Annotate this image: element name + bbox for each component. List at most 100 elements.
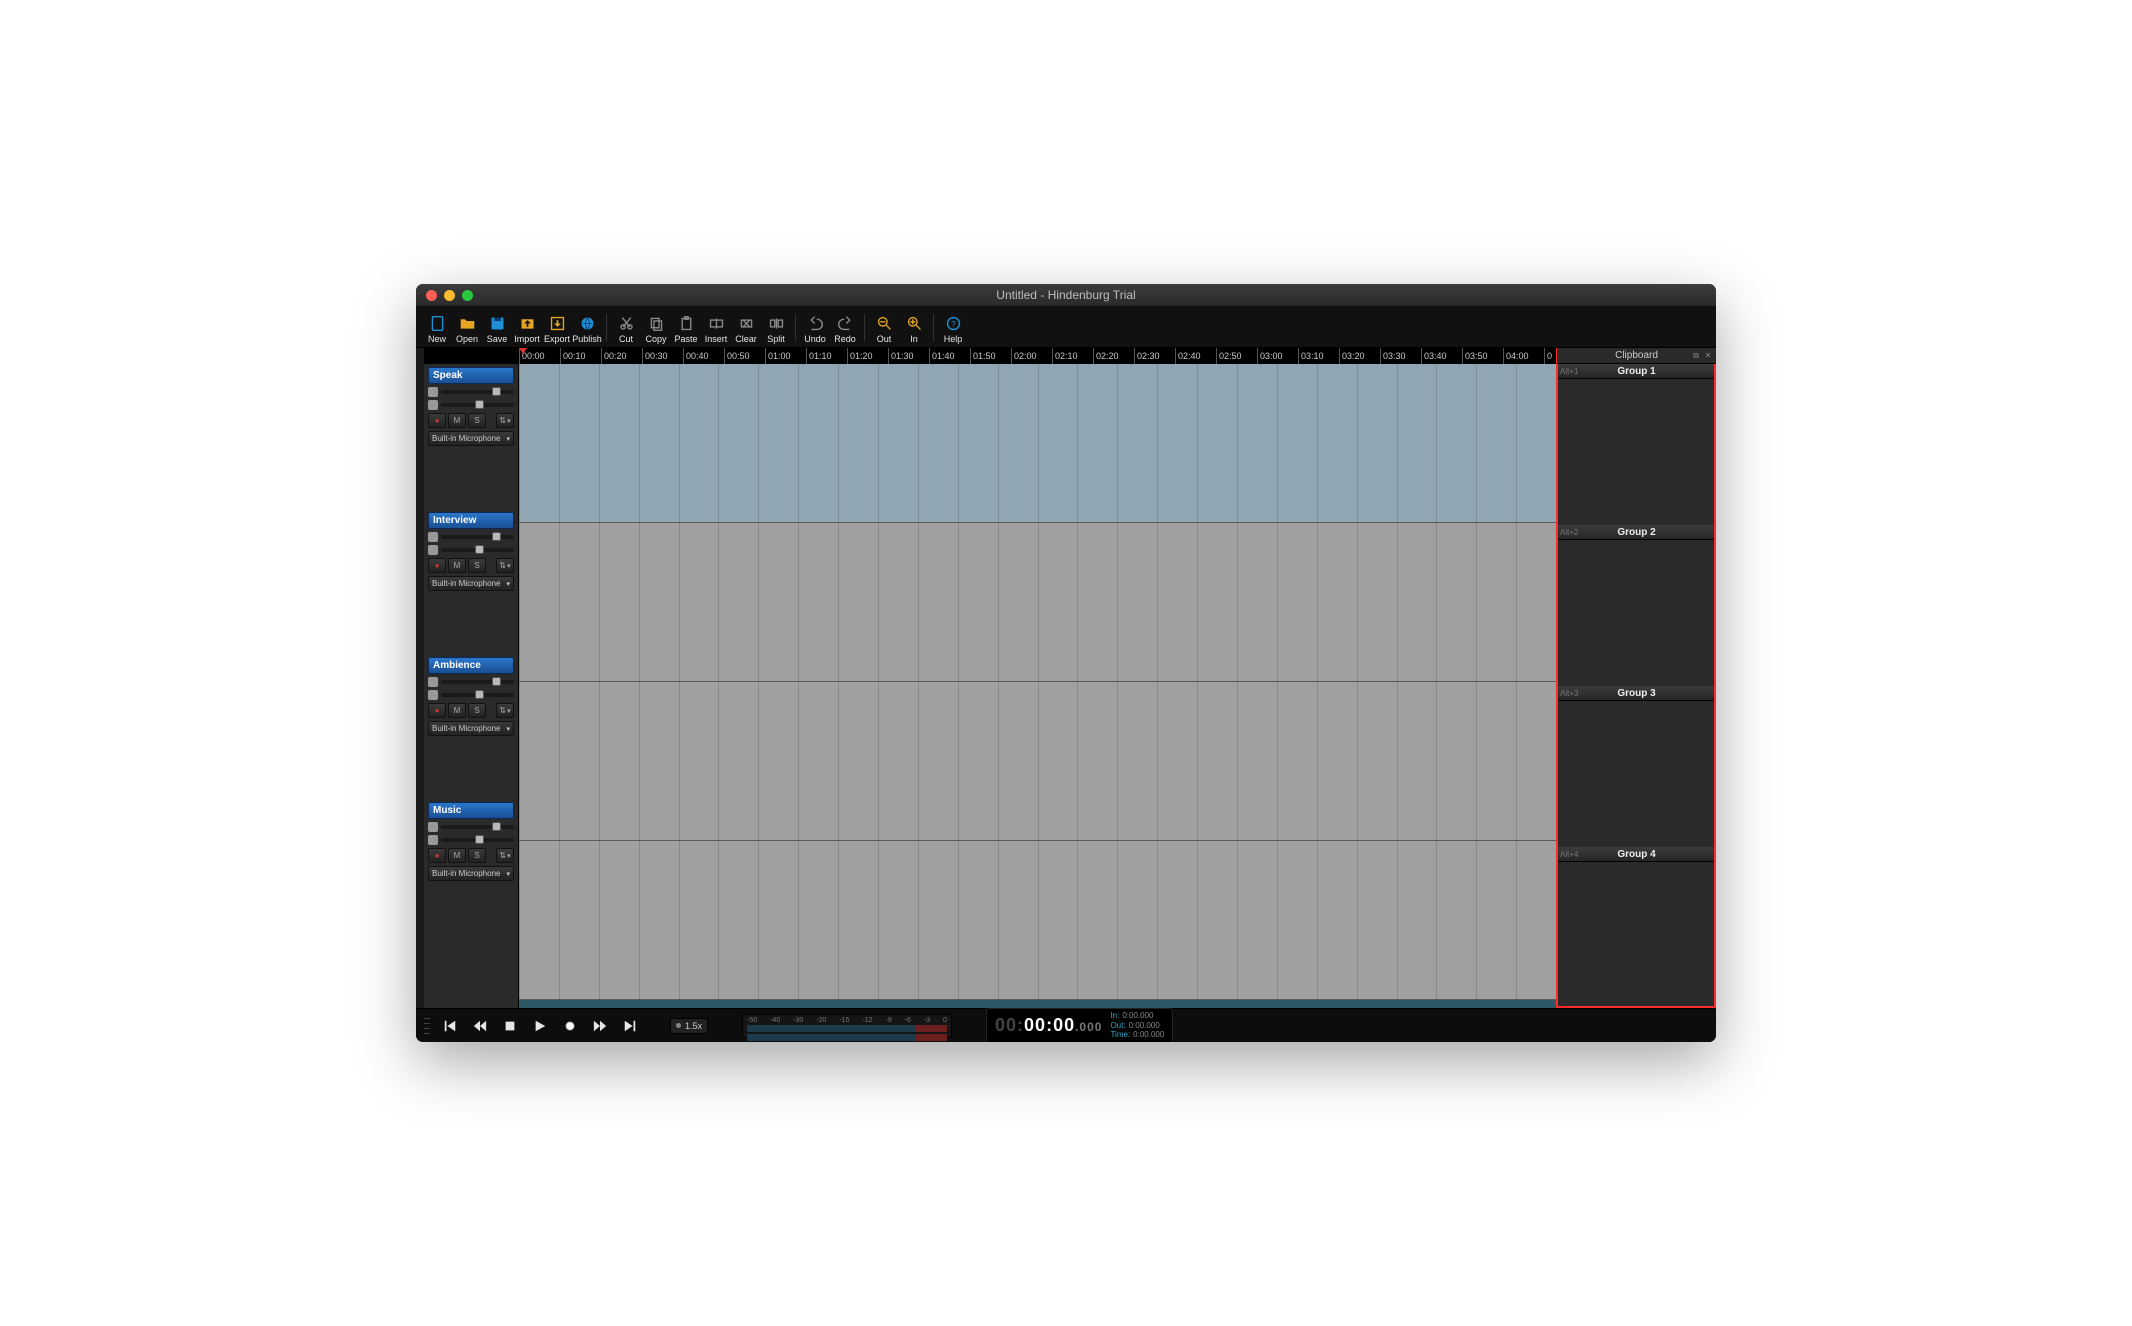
- open-button[interactable]: Open: [452, 315, 482, 347]
- window-title: Untitled - Hindenburg Trial: [416, 288, 1716, 302]
- volume-slider[interactable]: [441, 535, 514, 539]
- export-button[interactable]: Export: [542, 315, 572, 347]
- grip-handle[interactable]: [424, 1016, 430, 1036]
- record-arm-button[interactable]: ●: [428, 413, 446, 428]
- redo-button[interactable]: Redo: [830, 315, 860, 347]
- input-select[interactable]: Built-in Microphone: [428, 866, 514, 881]
- cut-button[interactable]: Cut: [611, 315, 641, 347]
- stop-button[interactable]: [500, 1016, 520, 1036]
- undo-button[interactable]: Undo: [800, 315, 830, 347]
- mute-button[interactable]: M: [448, 848, 466, 863]
- fx-button[interactable]: ⇅: [496, 703, 514, 718]
- time-ruler[interactable]: 00:0000:1000:2000:3000:4000:5001:0001:10…: [519, 348, 1556, 364]
- ruler-tick: 02:30: [1134, 348, 1175, 364]
- input-select[interactable]: Built-in Microphone: [428, 431, 514, 446]
- zoomout-button[interactable]: Out: [869, 315, 899, 347]
- pan-slider[interactable]: [441, 403, 514, 407]
- clipboard-group-name: Group 1: [1585, 366, 1716, 377]
- clipboard-group-name: Group 3: [1585, 688, 1716, 699]
- track-name[interactable]: Music: [428, 802, 514, 819]
- clipboard-group[interactable]: Alt+3Group 3: [1557, 686, 1716, 847]
- new-button[interactable]: New: [422, 315, 452, 347]
- insert-button[interactable]: Insert: [701, 315, 731, 347]
- play-button[interactable]: [530, 1016, 550, 1036]
- volume-slider[interactable]: [441, 825, 514, 829]
- clipboard-shortcut: Alt+2: [1557, 528, 1585, 537]
- zoomin-button[interactable]: In: [899, 315, 929, 347]
- clipboard-close-icon[interactable]: ✕: [1703, 351, 1713, 361]
- mute-button[interactable]: M: [448, 413, 466, 428]
- playhead-marker[interactable]: [519, 348, 527, 354]
- clipboard-group-name: Group 2: [1585, 527, 1716, 538]
- clipboard-group[interactable]: Alt+4Group 4: [1557, 847, 1716, 1008]
- solo-button[interactable]: S: [468, 848, 486, 863]
- ruler-tick: 00:50: [724, 348, 765, 364]
- pan-slider[interactable]: [441, 838, 514, 842]
- ruler-tick: 03:30: [1380, 348, 1421, 364]
- record-arm-button[interactable]: ●: [428, 703, 446, 718]
- volume-icon: [428, 532, 438, 542]
- ruler-tick: 01:40: [929, 348, 970, 364]
- record-arm-button[interactable]: ●: [428, 848, 446, 863]
- track-lane[interactable]: [519, 364, 1556, 523]
- solo-button[interactable]: S: [468, 558, 486, 573]
- clipboard-group[interactable]: Alt+1Group 1: [1557, 364, 1716, 525]
- fx-button[interactable]: ⇅: [496, 558, 514, 573]
- mute-button[interactable]: M: [448, 703, 466, 718]
- pan-slider[interactable]: [441, 693, 514, 697]
- svg-text:?: ?: [951, 319, 956, 329]
- track-name[interactable]: Interview: [428, 512, 514, 529]
- ruler-tick: 00:10: [560, 348, 601, 364]
- transport-bar: 1.5x -50-40-30-20-15-12-9-6-30 00:00:00.…: [416, 1008, 1716, 1042]
- window-close[interactable]: [426, 290, 437, 301]
- input-select[interactable]: Built-in Microphone: [428, 576, 514, 591]
- record-button[interactable]: [560, 1016, 580, 1036]
- ruler-tick: 01:00: [765, 348, 806, 364]
- clipboard-detach-icon[interactable]: ⧉: [1691, 351, 1701, 361]
- pan-icon: [428, 545, 438, 555]
- paste-button[interactable]: Paste: [671, 315, 701, 347]
- ruler-tick: 01:20: [847, 348, 888, 364]
- track-lane[interactable]: [519, 523, 1556, 682]
- clipboard-shortcut: Alt+3: [1557, 689, 1585, 698]
- playback-speed[interactable]: 1.5x: [670, 1018, 708, 1034]
- titlebar: Untitled - Hindenburg Trial: [416, 284, 1716, 306]
- rewind-button[interactable]: [470, 1016, 490, 1036]
- forward-button[interactable]: [590, 1016, 610, 1036]
- clear-button[interactable]: Clear: [731, 315, 761, 347]
- volume-icon: [428, 387, 438, 397]
- fx-button[interactable]: ⇅: [496, 413, 514, 428]
- import-button[interactable]: Import: [512, 315, 542, 347]
- help-button[interactable]: ?Help: [938, 315, 968, 347]
- mute-button[interactable]: M: [448, 558, 466, 573]
- track-lane[interactable]: [519, 841, 1556, 1000]
- solo-button[interactable]: S: [468, 703, 486, 718]
- fx-button[interactable]: ⇅: [496, 848, 514, 863]
- clipboard-group[interactable]: Alt+2Group 2: [1557, 525, 1716, 686]
- publish-button[interactable]: Publish: [572, 315, 602, 347]
- pan-slider[interactable]: [441, 548, 514, 552]
- timecode-display: 00:00:00.000 In:0:00.000Out:0:00.000Time…: [986, 1008, 1173, 1042]
- volume-slider[interactable]: [441, 390, 514, 394]
- window-zoom[interactable]: [462, 290, 473, 301]
- track-name[interactable]: Ambience: [428, 657, 514, 674]
- record-arm-button[interactable]: ●: [428, 558, 446, 573]
- ruler-tick: 03:40: [1421, 348, 1462, 364]
- clipboard-shortcut: Alt+1: [1557, 367, 1585, 376]
- volume-slider[interactable]: [441, 680, 514, 684]
- go-end-button[interactable]: [620, 1016, 640, 1036]
- solo-button[interactable]: S: [468, 413, 486, 428]
- toolbar: NewOpenSaveImportExportPublish CutCopyPa…: [416, 306, 1716, 348]
- track-lane[interactable]: [519, 682, 1556, 841]
- pan-icon: [428, 400, 438, 410]
- save-button[interactable]: Save: [482, 315, 512, 347]
- go-start-button[interactable]: [440, 1016, 460, 1036]
- split-button[interactable]: Split: [761, 315, 791, 347]
- volume-icon: [428, 677, 438, 687]
- input-select[interactable]: Built-in Microphone: [428, 721, 514, 736]
- track-header: Ambience ●MS ⇅ Built-in Microphone: [424, 654, 518, 799]
- copy-button[interactable]: Copy: [641, 315, 671, 347]
- ruler-tick: 01:10: [806, 348, 847, 364]
- track-name[interactable]: Speak: [428, 367, 514, 384]
- window-minimize[interactable]: [444, 290, 455, 301]
